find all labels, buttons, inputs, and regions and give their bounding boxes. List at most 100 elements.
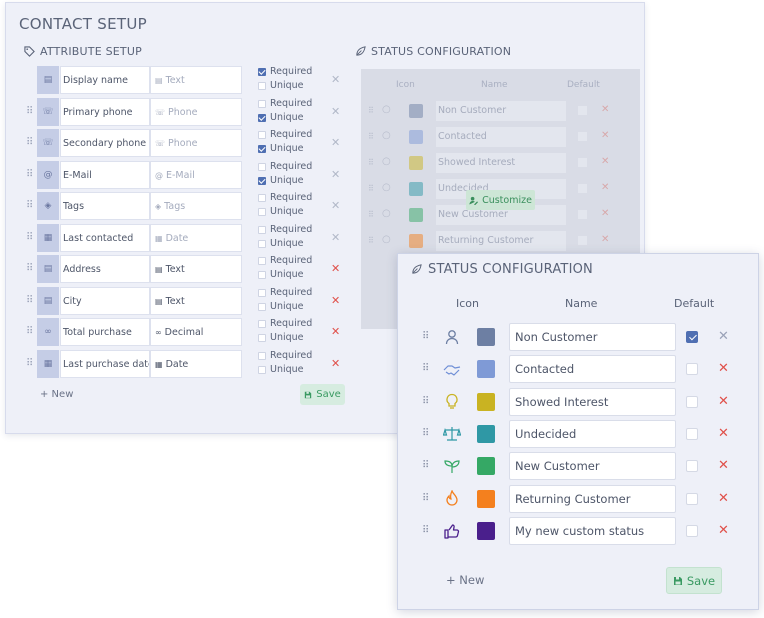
remove-attribute-icon[interactable]: ✕ <box>331 357 340 370</box>
unique-checkbox[interactable] <box>258 365 266 374</box>
unique-checkbox[interactable] <box>258 208 266 216</box>
drag-handle-icon[interactable]: ⠿ <box>26 201 34 211</box>
attribute-name-input[interactable]: Primary phone <box>60 97 150 126</box>
attribute-type-select[interactable]: ▦ Date <box>150 223 242 252</box>
status-name-input[interactable]: New Customer <box>509 452 676 481</box>
required-checkbox[interactable] <box>258 351 266 360</box>
attribute-name-input[interactable]: City <box>60 286 150 315</box>
status-name-input[interactable]: Undecided <box>509 419 676 448</box>
unique-checkbox[interactable] <box>258 271 266 279</box>
attribute-name-input[interactable]: Secondary phone <box>60 129 150 157</box>
drag-handle-icon[interactable]: ⠿ <box>422 493 429 504</box>
drag-handle-icon[interactable]: ⠿ <box>26 327 34 337</box>
remove-attribute-icon[interactable]: ✕ <box>331 199 340 212</box>
color-swatch[interactable] <box>477 360 495 379</box>
color-swatch[interactable] <box>477 392 495 411</box>
required-checkbox[interactable] <box>258 257 266 265</box>
attribute-type-select[interactable]: ☏ Phone <box>150 97 242 126</box>
remove-status-icon[interactable]: ✕ <box>718 361 729 376</box>
attribute-name-input[interactable]: Total purchase <box>60 318 150 346</box>
required-checkbox[interactable] <box>258 194 266 202</box>
unique-checkbox[interactable] <box>258 334 266 342</box>
remove-status-icon[interactable]: ✕ <box>718 426 729 441</box>
drag-handle-icon[interactable]: ⠿ <box>422 428 429 439</box>
remove-attribute-icon[interactable]: ✕ <box>331 294 340 307</box>
attribute-type-select[interactable]: ▤ Text <box>150 286 242 315</box>
attribute-name-input[interactable]: Last contacted <box>60 223 150 252</box>
scale-icon[interactable] <box>442 424 462 444</box>
remove-attribute-icon[interactable]: ✕ <box>331 136 340 149</box>
unique-checkbox[interactable] <box>258 82 266 90</box>
unique-checkbox[interactable] <box>258 302 266 311</box>
customize-button[interactable]: Customize <box>466 190 535 210</box>
default-checkbox[interactable] <box>686 395 698 408</box>
remove-attribute-icon[interactable]: ✕ <box>331 262 340 275</box>
unique-checkbox[interactable] <box>258 113 266 122</box>
sprout-icon[interactable] <box>442 456 462 476</box>
lightbulb-icon[interactable] <box>442 392 462 412</box>
status-name-input[interactable]: Non Customer <box>509 323 676 351</box>
default-checkbox[interactable] <box>686 492 698 505</box>
drag-handle-icon[interactable]: ⠿ <box>422 363 429 374</box>
color-swatch[interactable] <box>477 489 495 508</box>
status-name-input[interactable]: Showed Interest <box>509 387 676 416</box>
color-swatch[interactable] <box>477 457 495 476</box>
color-swatch[interactable] <box>477 521 495 540</box>
new-status-button[interactable]: + New <box>446 573 484 587</box>
attribute-name-input[interactable]: Tags <box>60 192 150 220</box>
drag-handle-icon[interactable]: ⠿ <box>26 169 34 180</box>
required-checkbox[interactable] <box>258 225 266 234</box>
remove-attribute-icon[interactable]: ✕ <box>331 73 340 86</box>
required-checkbox[interactable] <box>258 68 266 76</box>
unique-checkbox[interactable] <box>258 145 266 153</box>
drag-handle-icon[interactable]: ⠿ <box>422 525 429 536</box>
drag-handle-icon[interactable]: ⠿ <box>422 396 429 407</box>
remove-attribute-icon[interactable]: ✕ <box>331 325 340 338</box>
attribute-type-select[interactable]: ▤ Text <box>150 255 242 283</box>
remove-status-icon[interactable]: ✕ <box>718 458 729 473</box>
default-checkbox[interactable] <box>686 460 698 473</box>
required-checkbox[interactable] <box>258 131 266 139</box>
drag-handle-icon[interactable]: ⠿ <box>26 264 34 274</box>
default-checkbox[interactable] <box>686 363 698 376</box>
remove-attribute-icon[interactable]: ✕ <box>331 105 340 118</box>
required-checkbox[interactable] <box>258 162 266 171</box>
unique-checkbox[interactable] <box>258 176 266 185</box>
remove-status-icon[interactable]: ✕ <box>718 491 729 506</box>
remove-attribute-icon[interactable]: ✕ <box>331 231 340 244</box>
remove-status-icon[interactable]: ✕ <box>718 523 729 538</box>
attribute-type-select[interactable]: ◈ Tags <box>150 192 242 220</box>
new-attribute-button[interactable]: + New <box>40 389 73 400</box>
remove-status-icon[interactable]: ✕ <box>718 329 729 344</box>
attribute-type-select[interactable]: ∞ Decimal <box>150 318 242 346</box>
color-swatch[interactable] <box>477 424 495 443</box>
person-icon[interactable] <box>442 327 462 347</box>
required-checkbox[interactable] <box>258 99 266 108</box>
attribute-name-input[interactable]: Last purchase date <box>60 349 150 378</box>
thumbs-up-icon[interactable] <box>442 521 462 541</box>
attribute-type-select[interactable]: ▦ Date <box>150 349 242 378</box>
drag-handle-icon[interactable]: ⠿ <box>26 106 34 117</box>
status-name-input[interactable]: Returning Customer <box>509 484 676 513</box>
status-name-input[interactable]: Contacted <box>509 355 676 384</box>
attribute-name-input[interactable]: Address <box>60 255 150 283</box>
drag-handle-icon[interactable]: ⠿ <box>26 138 34 148</box>
attribute-type-select[interactable]: ▤ Text <box>150 66 242 94</box>
attribute-name-input[interactable]: Display name <box>60 66 150 94</box>
unique-checkbox[interactable] <box>258 239 266 248</box>
drag-handle-icon[interactable]: ⠿ <box>26 295 34 306</box>
save-attributes-button[interactable]: Save <box>300 384 345 405</box>
save-status-button[interactable]: Save <box>666 567 722 594</box>
required-checkbox[interactable] <box>258 320 266 328</box>
flame-icon[interactable] <box>442 489 462 509</box>
handshake-icon[interactable] <box>442 359 462 379</box>
attribute-type-select[interactable]: @ E-Mail <box>150 160 242 189</box>
required-checkbox[interactable] <box>258 288 266 297</box>
attribute-type-select[interactable]: ☏ Phone <box>150 129 242 157</box>
default-checkbox[interactable] <box>686 524 698 537</box>
status-name-input[interactable]: My new custom status <box>509 516 676 545</box>
color-swatch[interactable] <box>477 328 495 346</box>
default-checkbox[interactable] <box>686 427 698 440</box>
drag-handle-icon[interactable]: ⠿ <box>422 331 429 342</box>
default-checkbox[interactable] <box>686 331 698 343</box>
